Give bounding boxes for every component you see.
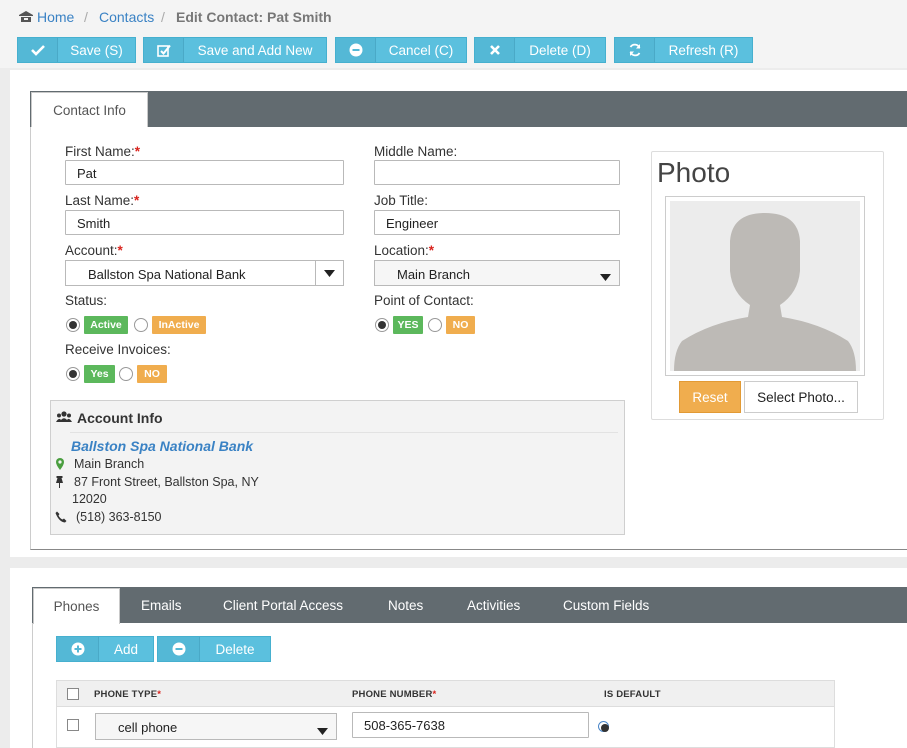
account-info-divider [70, 432, 618, 433]
middle-name-label: Middle Name: [374, 144, 458, 159]
first-name-label: First Name:* [65, 144, 141, 159]
minus-circle-icon [158, 637, 200, 661]
account-label: Account:* [65, 243, 123, 258]
home-icon[interactable] [18, 10, 34, 23]
status-inactive-radio[interactable] [134, 318, 148, 332]
tab-phones[interactable]: Phones [33, 588, 120, 624]
breadcrumb-separator: / [84, 9, 88, 25]
avatar-placeholder-icon [670, 201, 860, 371]
row-checkbox[interactable] [67, 719, 79, 731]
chevron-down-icon[interactable] [600, 269, 611, 284]
account-info-title: Account Info [77, 410, 163, 426]
photo-frame [665, 196, 865, 376]
check-icon [18, 38, 58, 62]
receive-invoices-label: Receive Invoices: [65, 342, 171, 357]
phones-grid-header [57, 681, 834, 707]
status-inactive-badge[interactable]: InActive [152, 316, 206, 334]
select-photo-button[interactable]: Select Photo... [744, 381, 858, 413]
save-button-label: Save (S) [70, 42, 123, 58]
phone-type-value: cell phone [118, 720, 178, 735]
phone-type-select[interactable]: cell phone [95, 713, 337, 740]
phone-number-field[interactable]: 508-365-7638 [352, 712, 589, 738]
account-select-value: Ballston Spa National Bank [88, 267, 246, 282]
last-name-label: Last Name:* [65, 193, 140, 208]
job-title-label: Job Title: [374, 193, 429, 208]
select-all-checkbox[interactable] [67, 688, 79, 700]
location-label: Location:* [374, 243, 435, 258]
status-label: Status: [65, 293, 108, 308]
tab-notes[interactable]: Notes [388, 598, 423, 613]
map-marker-icon [56, 458, 64, 470]
account-street: 87 Front Street, Ballston Spa, NY [74, 475, 259, 489]
x-icon [475, 38, 515, 62]
poc-no-radio[interactable] [428, 318, 442, 332]
add-phone-button[interactable]: Add [56, 636, 154, 662]
delete-button-label: Delete (D) [529, 42, 591, 58]
tab-emails[interactable]: Emails [141, 598, 182, 613]
refresh-button[interactable]: Refresh (R) [614, 37, 753, 63]
refresh-button-label: Refresh (R) [668, 42, 739, 58]
breadcrumb-contacts-link[interactable]: Contacts [99, 9, 154, 25]
pushpin-icon [55, 476, 64, 488]
users-icon [56, 411, 72, 423]
middle-name-field[interactable] [374, 160, 620, 185]
cancel-button[interactable]: Cancel (C) [335, 37, 467, 63]
first-name-field[interactable]: Pat [65, 160, 344, 185]
delete-button[interactable]: Delete (D) [474, 37, 606, 63]
job-title-field[interactable]: Engineer [374, 210, 620, 235]
add-phone-label: Add [113, 641, 139, 657]
breadcrumb-separator: / [161, 9, 165, 25]
details-panel-border [32, 623, 33, 748]
invoices-yes-badge[interactable]: Yes [84, 365, 115, 383]
refresh-icon [615, 38, 655, 62]
poc-yes-badge[interactable]: YES [393, 316, 423, 334]
edit-check-icon [144, 38, 184, 62]
breadcrumb-home-link[interactable]: Home [37, 9, 74, 25]
phone-type-header: PHONE TYPE* [94, 689, 162, 700]
location-select-value: Main Branch [397, 267, 470, 282]
save-and-add-new-button[interactable]: Save and Add New [143, 37, 327, 63]
account-select[interactable]: Ballston Spa National Bank [65, 260, 344, 286]
location-select[interactable]: Main Branch [374, 260, 620, 286]
save-and-add-new-label: Save and Add New [197, 42, 313, 58]
chevron-down-icon[interactable] [315, 261, 343, 285]
tab-contact-info[interactable]: Contact Info [31, 92, 148, 128]
poc-no-badge[interactable]: NO [446, 316, 475, 334]
account-branch: Main Branch [74, 457, 145, 471]
last-name-field[interactable]: Smith [65, 210, 344, 235]
delete-phone-label: Delete [215, 641, 255, 657]
status-active-badge[interactable]: Active [84, 316, 128, 334]
invoices-no-radio[interactable] [119, 367, 133, 381]
account-name-link[interactable]: Ballston Spa National Bank [71, 438, 253, 454]
invoices-yes-radio[interactable] [66, 367, 80, 381]
tab-custom-fields[interactable]: Custom Fields [563, 598, 649, 613]
account-phone: (518) 363-8150 [76, 510, 162, 524]
point-of-contact-label: Point of Contact: [374, 293, 474, 308]
phone-number-header: PHONE NUMBER* [352, 689, 437, 700]
status-active-radio[interactable] [66, 318, 80, 332]
tab-client-portal-access[interactable]: Client Portal Access [223, 598, 343, 613]
plus-circle-icon [57, 637, 99, 661]
breadcrumb-current: Edit Contact: Pat Smith [176, 9, 332, 25]
chevron-down-icon[interactable] [317, 723, 328, 738]
invoices-no-badge[interactable]: NO [137, 365, 167, 383]
cancel-button-label: Cancel (C) [388, 42, 454, 58]
account-zip: 12020 [72, 492, 107, 506]
reset-photo-button[interactable]: Reset [679, 381, 741, 413]
contact-tab-bar [30, 91, 907, 127]
is-default-header: IS DEFAULT [604, 689, 661, 700]
is-default-radio[interactable] [598, 721, 609, 732]
poc-yes-radio[interactable] [375, 318, 389, 332]
save-button[interactable]: Save (S) [17, 37, 136, 63]
phone-icon [55, 511, 67, 523]
delete-phone-button[interactable]: Delete [157, 636, 271, 662]
minus-circle-icon [336, 38, 376, 62]
tab-activities[interactable]: Activities [467, 598, 520, 613]
photo-title: Photo [657, 157, 731, 188]
